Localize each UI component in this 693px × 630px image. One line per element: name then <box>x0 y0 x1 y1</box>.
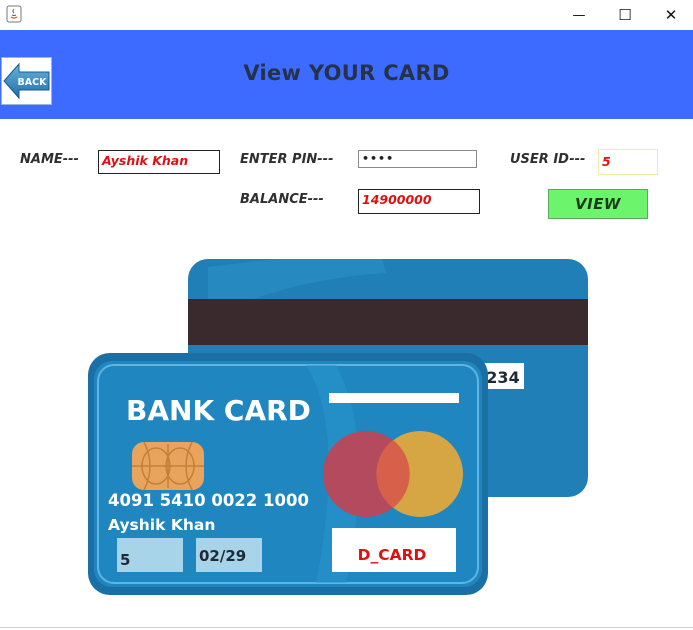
name-label: NAME--- <box>20 152 79 167</box>
minimize-button[interactable]: — <box>556 0 602 30</box>
card-number: 4091 5410 0022 1000 <box>108 491 309 510</box>
balance-field[interactable]: 14900000 <box>358 189 480 214</box>
card-expiry: 02/29 <box>199 547 246 565</box>
card-holder: Ayshik Khan <box>108 516 215 534</box>
pin-field[interactable]: •••• <box>358 150 477 168</box>
back-card-digits: 234 <box>486 368 519 387</box>
mastercard-logo-icon <box>323 431 463 517</box>
close-button[interactable]: ✕ <box>648 0 693 30</box>
page-header: BACK View YOUR CARD <box>0 30 693 119</box>
maximize-icon: ☐ <box>618 6 632 24</box>
front-card: BANK CARD 4091 5410 0022 1000 Ayshik Kha… <box>88 353 488 595</box>
user-id-field[interactable]: 5 <box>598 149 658 175</box>
window-titlebar: — ☐ ✕ <box>0 0 693 30</box>
view-button[interactable]: VIEW <box>548 189 648 219</box>
maximize-button[interactable]: ☐ <box>602 0 648 30</box>
page-title: View YOUR CARD <box>243 61 450 85</box>
name-field[interactable]: Ayshik Khan <box>98 150 220 174</box>
pin-label: ENTER PIN--- <box>240 152 334 167</box>
card-bank-title: BANK CARD <box>126 394 311 427</box>
java-app-icon <box>6 5 22 23</box>
minimize-icon: — <box>572 7 586 23</box>
close-icon: ✕ <box>664 6 678 24</box>
user-id-label: USER ID--- <box>510 152 586 167</box>
chip-icon <box>132 441 204 491</box>
card-user-id: 5 <box>120 551 130 569</box>
card-signature-strip <box>329 393 459 403</box>
balance-label: BALANCE--- <box>240 192 324 207</box>
bank-card-illustration: 234 BANK CARD 4091 5410 0022 1000 Ayshik… <box>88 259 588 595</box>
bottom-divider <box>0 627 693 628</box>
card-type: D_CARD <box>358 546 427 564</box>
